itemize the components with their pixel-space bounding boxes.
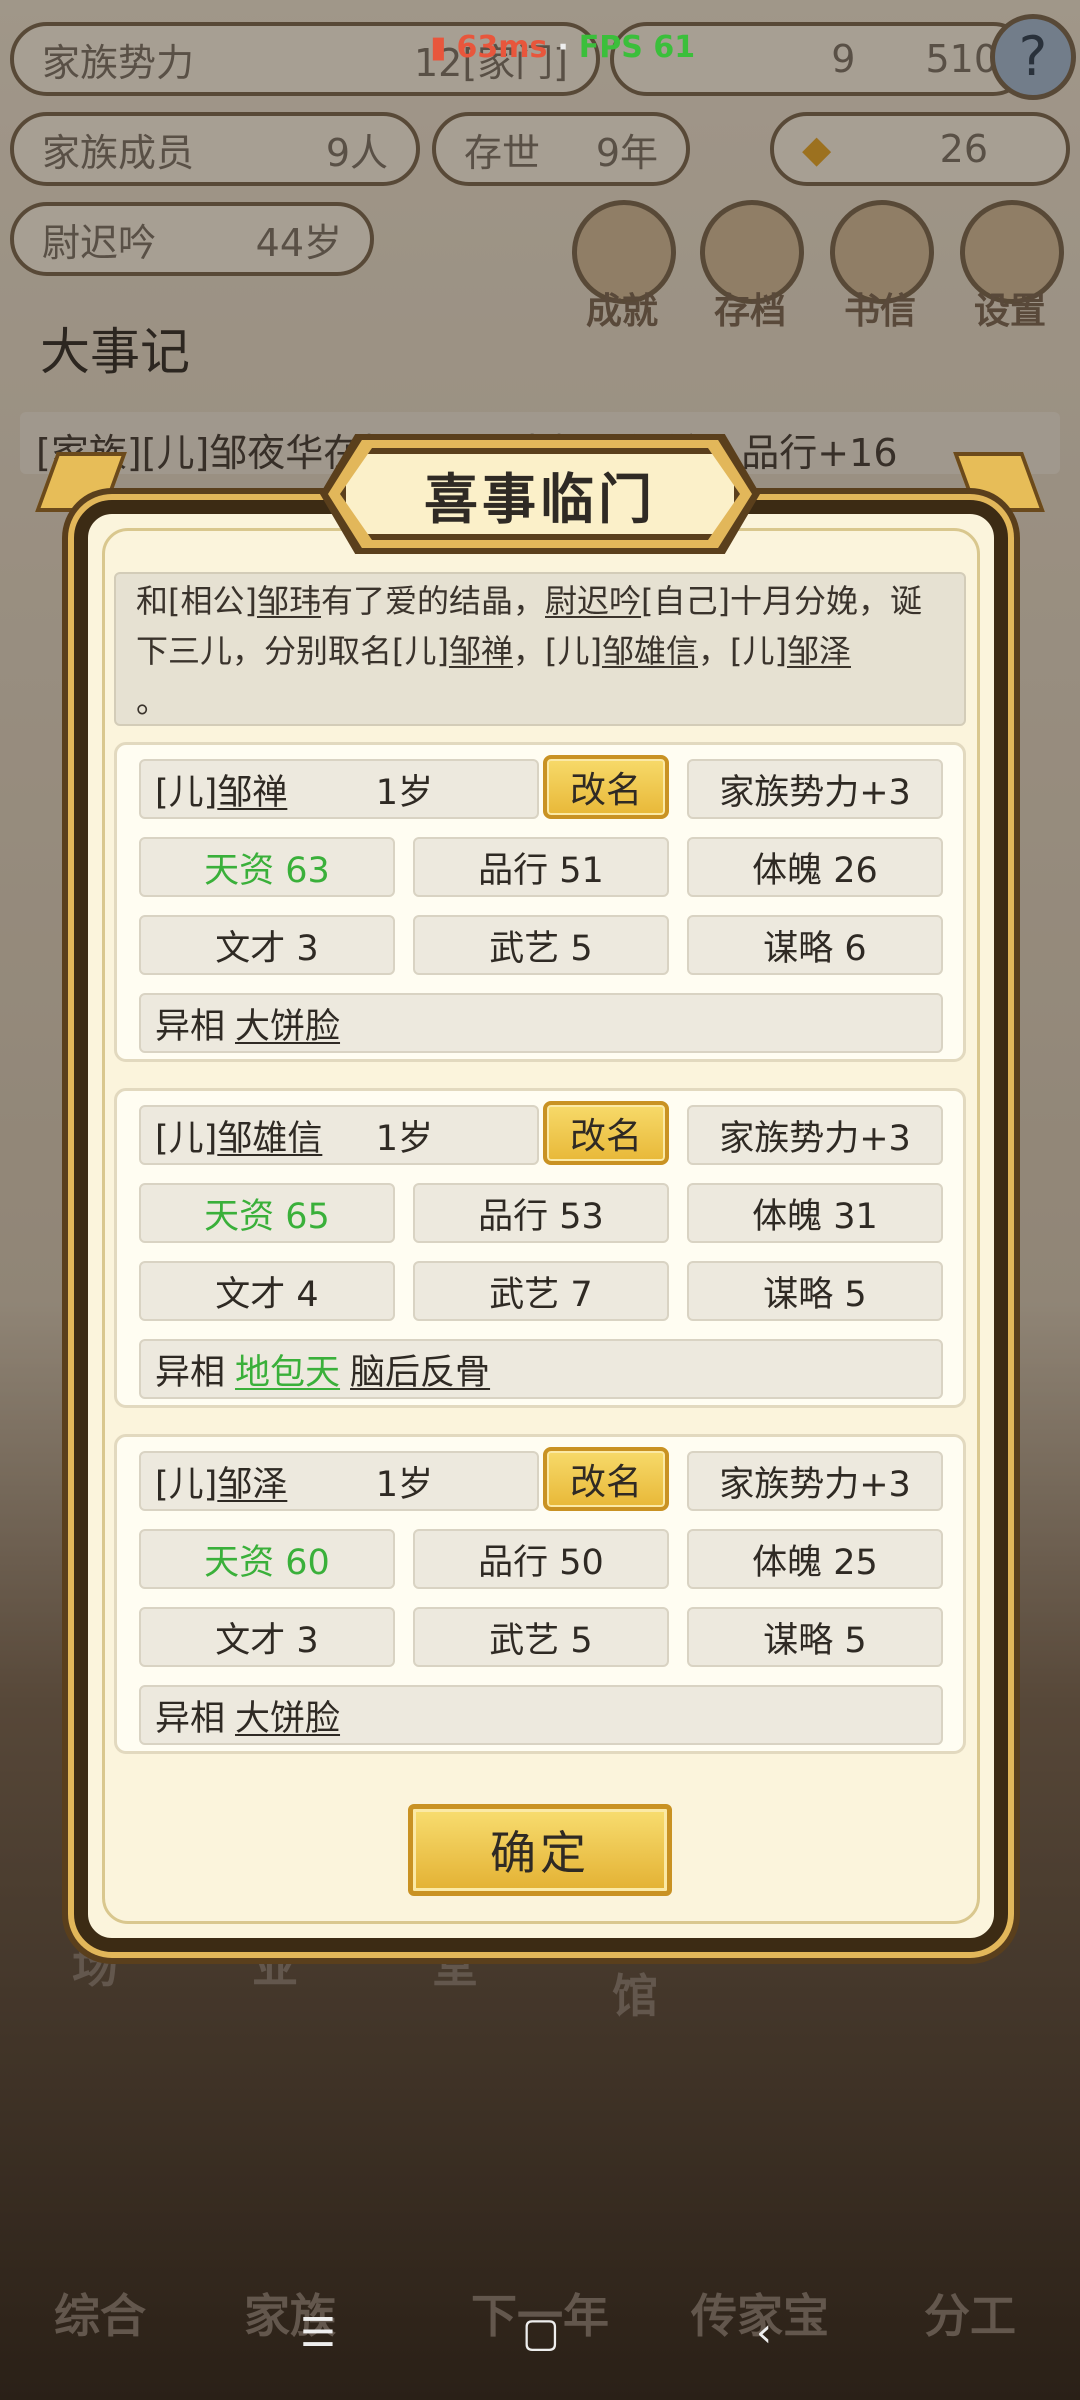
child-card: [儿] 邹禅 1岁 改名 家族势力+3 天资 63 品行 51 体魄 26 文才 … [114,742,966,1062]
separator: · [557,30,569,65]
child-card: [儿] 邹泽 1岁 改名 家族势力+3 天资 60 品行 50 体魄 25 文才 … [114,1434,966,1754]
story-text: 和[相公]邹玮有了爱的结晶，尉迟吟[自己]十月分娩，诞下三儿，分别取名[儿]邹禅… [114,572,966,726]
talent-stat: 天资 60 [139,1529,395,1589]
rename-button[interactable]: 改名 [543,1447,669,1511]
traits-row: 异相 地包天 脑后反骨 [139,1339,943,1399]
child-3-name-link[interactable]: 邹泽 [787,632,851,670]
strategy-stat: 谋略 6 [687,915,943,975]
husband-name-link[interactable]: 邹玮 [257,582,321,620]
literary-stat: 文才 4 [139,1261,395,1321]
story-part: ，[儿] [698,632,787,670]
latency-value: 63ms [456,30,548,65]
literary-stat: 文才 3 [139,915,395,975]
child-name-link[interactable]: 邹雄信 [217,1110,322,1161]
strategy-stat: 谋略 5 [687,1607,943,1667]
physique-stat: 体魄 26 [687,837,943,897]
story-part: ，[儿] [513,632,602,670]
martial-stat: 武艺 7 [413,1261,669,1321]
talent-stat: 天资 65 [139,1183,395,1243]
traits-label: 异相 [155,1352,226,1393]
story-part: 和[相公] [136,582,257,620]
martial-stat: 武艺 5 [413,915,669,975]
traits-row: 异相 大饼脸 [139,1685,943,1745]
home-icon[interactable]: ▢ [522,2310,560,2356]
martial-stat: 武艺 5 [413,1607,669,1667]
relation-prefix: [儿] [155,1118,218,1159]
child-name-link[interactable]: 邹泽 [217,1456,287,1507]
family-power-bonus: 家族势力+3 [687,759,943,819]
traits-label: 异相 [155,1006,226,1047]
fps-value: FPS 61 [578,30,696,65]
menu-icon[interactable]: ☰ [300,2310,336,2356]
family-power-bonus: 家族势力+3 [687,1451,943,1511]
child-1-name-link[interactable]: 邹禅 [449,632,513,670]
child-name-cell: [儿] 邹雄信 1岁 [139,1105,539,1165]
talent-stat: 天资 63 [139,837,395,897]
relation-prefix: [儿] [155,1464,218,1505]
child-age: 1岁 [375,1464,433,1505]
literary-stat: 文才 3 [139,1607,395,1667]
dialog-title: 喜事临门 [340,448,740,540]
relation-prefix: [儿] [155,772,218,813]
child-name-cell: [儿] 邹禅 1岁 [139,759,539,819]
rename-button[interactable]: 改名 [543,1101,669,1165]
child-name-cell: [儿] 邹泽 1岁 [139,1451,539,1511]
physique-stat: 体魄 25 [687,1529,943,1589]
perf-overlay: ▮ 63ms · FPS 61 [430,30,695,65]
back-icon[interactable]: ‹ [756,2310,772,2356]
child-name-link[interactable]: 邹禅 [217,764,287,815]
child-card: [儿] 邹雄信 1岁 改名 家族势力+3 天资 65 品行 53 体魄 31 文才… [114,1088,966,1408]
self-name-link[interactable]: 尉迟吟 [545,582,641,620]
physique-stat: 体魄 31 [687,1183,943,1243]
trait-link[interactable]: 地包天 [235,1344,340,1395]
signal-icon: ▮ [430,30,447,65]
morality-stat: 品行 53 [413,1183,669,1243]
story-part: 有了爱的结晶， [321,582,546,620]
trait-link[interactable]: 大饼脸 [235,1690,340,1741]
story-part: 。 [136,682,169,720]
trait-link[interactable]: 大饼脸 [235,998,340,1049]
family-power-bonus: 家族势力+3 [687,1105,943,1165]
morality-stat: 品行 51 [413,837,669,897]
child-2-name-link[interactable]: 邹雄信 [602,632,698,670]
child-age: 1岁 [375,1118,433,1159]
strategy-stat: 谋略 5 [687,1261,943,1321]
morality-stat: 品行 50 [413,1529,669,1589]
trait-link[interactable]: 脑后反骨 [350,1344,490,1395]
rename-button[interactable]: 改名 [543,755,669,819]
confirm-button[interactable]: 确定 [408,1804,672,1896]
traits-label: 异相 [155,1698,226,1739]
child-age: 1岁 [375,772,433,813]
traits-row: 异相 大饼脸 [139,993,943,1053]
